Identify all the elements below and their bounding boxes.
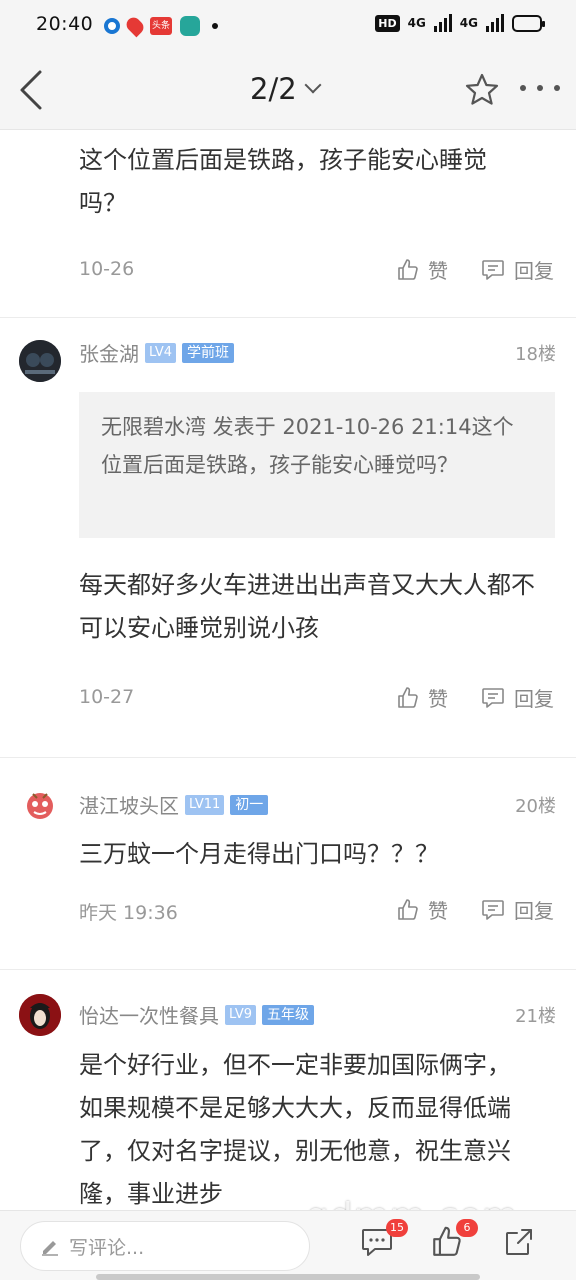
like-label: 赞: [428, 899, 448, 923]
rank-badge: 五年级: [261, 1004, 314, 1025]
toutiao-app-icon: 头条: [150, 17, 172, 35]
like-post-button[interactable]: 6: [430, 1219, 478, 1261]
rank-badge: 初一: [230, 794, 269, 815]
comment-item: 湛江坡头区 LV11 初一 20楼 三万蚊一个月走得出门口吗？？？ 昨天 19:…: [0, 758, 576, 970]
thumbs-up-icon: [398, 898, 418, 920]
comment-placeholder: 写评论...: [69, 1236, 145, 1259]
like-button[interactable]: 赞: [396, 895, 448, 924]
nav-header: 2/2: [0, 50, 576, 130]
floor-number: 18楼: [515, 344, 556, 365]
thumbs-up-icon: [398, 258, 418, 280]
page-selector[interactable]: 2/2: [250, 72, 322, 106]
home-indicator[interactable]: [96, 1274, 480, 1280]
more-notifications-dot-icon: [212, 23, 218, 29]
like-count-badge: 6: [456, 1219, 478, 1237]
status-bar: 20:40 头条 HD 4G 4G: [0, 0, 576, 50]
reply-bubble-icon: [482, 687, 504, 708]
chevron-down-icon: [304, 76, 322, 94]
network-type-label: 4G: [459, 16, 478, 30]
avatar[interactable]: [19, 994, 61, 1036]
comment-date: 10-26: [79, 258, 135, 280]
floor-number: 20楼: [515, 796, 556, 817]
level-badge: LV11: [185, 794, 225, 815]
chevron-left-icon: [20, 70, 42, 110]
avatar[interactable]: [19, 784, 61, 826]
bottom-bar: 写评论... 15 6: [0, 1210, 576, 1280]
comment-text: 是个好行业，但不一定非要加国际俩字，如果规模不是足够大大大，反而显得低端了，仅对…: [79, 1051, 511, 1208]
comment-count-badge: 15: [386, 1219, 408, 1237]
share-icon: [506, 1229, 532, 1255]
signal-bars-icon: [486, 14, 504, 32]
quoted-comment[interactable]: 无限碧水湾 发表于 2021-10-26 21:14这个位置后面是铁路，孩子能安…: [79, 392, 555, 538]
username[interactable]: 怡达一次性餐具: [79, 1000, 219, 1029]
comment-date: 10-27: [79, 686, 135, 708]
reply-label: 回复: [514, 259, 554, 283]
thumbs-up-icon: [398, 686, 418, 708]
system-status-icons: HD 4G 4G: [375, 14, 545, 32]
username[interactable]: 湛江坡头区: [79, 790, 179, 819]
network-type-label: 4G: [407, 16, 426, 30]
level-badge: LV4: [145, 342, 176, 363]
app-notification-icon: [104, 18, 120, 34]
comment-item: 这个位置后面是铁路，孩子能安心睡觉吗？ 10-26 赞 回复: [0, 131, 576, 318]
reply-button[interactable]: 回复: [480, 683, 554, 712]
hd-voice-icon: HD: [375, 14, 400, 32]
comment-feed[interactable]: 这个位置后面是铁路，孩子能安心睡觉吗？ 10-26 赞 回复 张金湖 LV4 学…: [0, 131, 576, 1210]
reply-button[interactable]: 回复: [480, 895, 554, 924]
comment-text: 三万蚊一个月走得出门口吗？？？: [79, 840, 439, 868]
comment-text: 这个位置后面是铁路，孩子能安心睡觉吗？: [79, 146, 487, 217]
favorite-button[interactable]: [464, 72, 500, 108]
dot-icon: [554, 85, 560, 91]
back-button[interactable]: [14, 68, 54, 112]
avatar-image: [27, 793, 53, 819]
dot-icon: [520, 85, 526, 91]
like-button[interactable]: 赞: [396, 683, 448, 712]
avatar-image: [19, 994, 61, 1036]
page-indicator: 2/2: [250, 72, 297, 106]
comments-button[interactable]: 15: [360, 1219, 408, 1261]
reply-label: 回复: [514, 899, 554, 923]
user-info: 湛江坡头区 LV11 初一: [79, 790, 269, 819]
more-options-button[interactable]: [520, 78, 560, 98]
status-time: 20:40: [36, 13, 94, 35]
rank-badge: 学前班: [181, 342, 234, 363]
comment-item: 怡达一次性餐具 LV9 五年级 21楼 是个好行业，但不一定非要加国际俩字，如果…: [0, 970, 576, 1210]
like-label: 赞: [428, 259, 448, 283]
dot-icon: [537, 85, 543, 91]
reply-label: 回复: [514, 687, 554, 711]
like-button[interactable]: 赞: [396, 255, 448, 284]
reply-button[interactable]: 回复: [480, 255, 554, 284]
reply-bubble-icon: [482, 259, 504, 280]
username[interactable]: 张金湖: [79, 338, 139, 367]
reply-bubble-icon: [482, 899, 504, 920]
user-info: 怡达一次性餐具 LV9 五年级: [79, 1000, 314, 1029]
user-info: 张金湖 LV4 学前班: [79, 338, 234, 367]
comment-item: 张金湖 LV4 学前班 18楼 无限碧水湾 发表于 2021-10-26 21:…: [0, 318, 576, 758]
comment-text: 每天都好多火车进进出出声音又大大人都不可以安心睡觉别说小孩: [79, 571, 535, 642]
level-badge: LV9: [225, 1004, 256, 1025]
battery-icon: [512, 14, 545, 32]
notification-icons: 头条: [104, 14, 218, 38]
comment-date: 昨天 19:36: [79, 902, 178, 924]
map-pin-icon: [123, 14, 147, 38]
like-label: 赞: [428, 687, 448, 711]
signal-bars-icon: [433, 14, 452, 32]
avatar-image: [19, 340, 61, 382]
app-notification-icon: [180, 16, 200, 36]
share-button[interactable]: [502, 1225, 538, 1261]
avatar[interactable]: [19, 340, 61, 382]
floor-number: 21楼: [515, 1006, 556, 1027]
star-icon: [465, 73, 499, 105]
comment-input[interactable]: 写评论...: [20, 1221, 310, 1271]
pencil-icon: [42, 1241, 58, 1256]
